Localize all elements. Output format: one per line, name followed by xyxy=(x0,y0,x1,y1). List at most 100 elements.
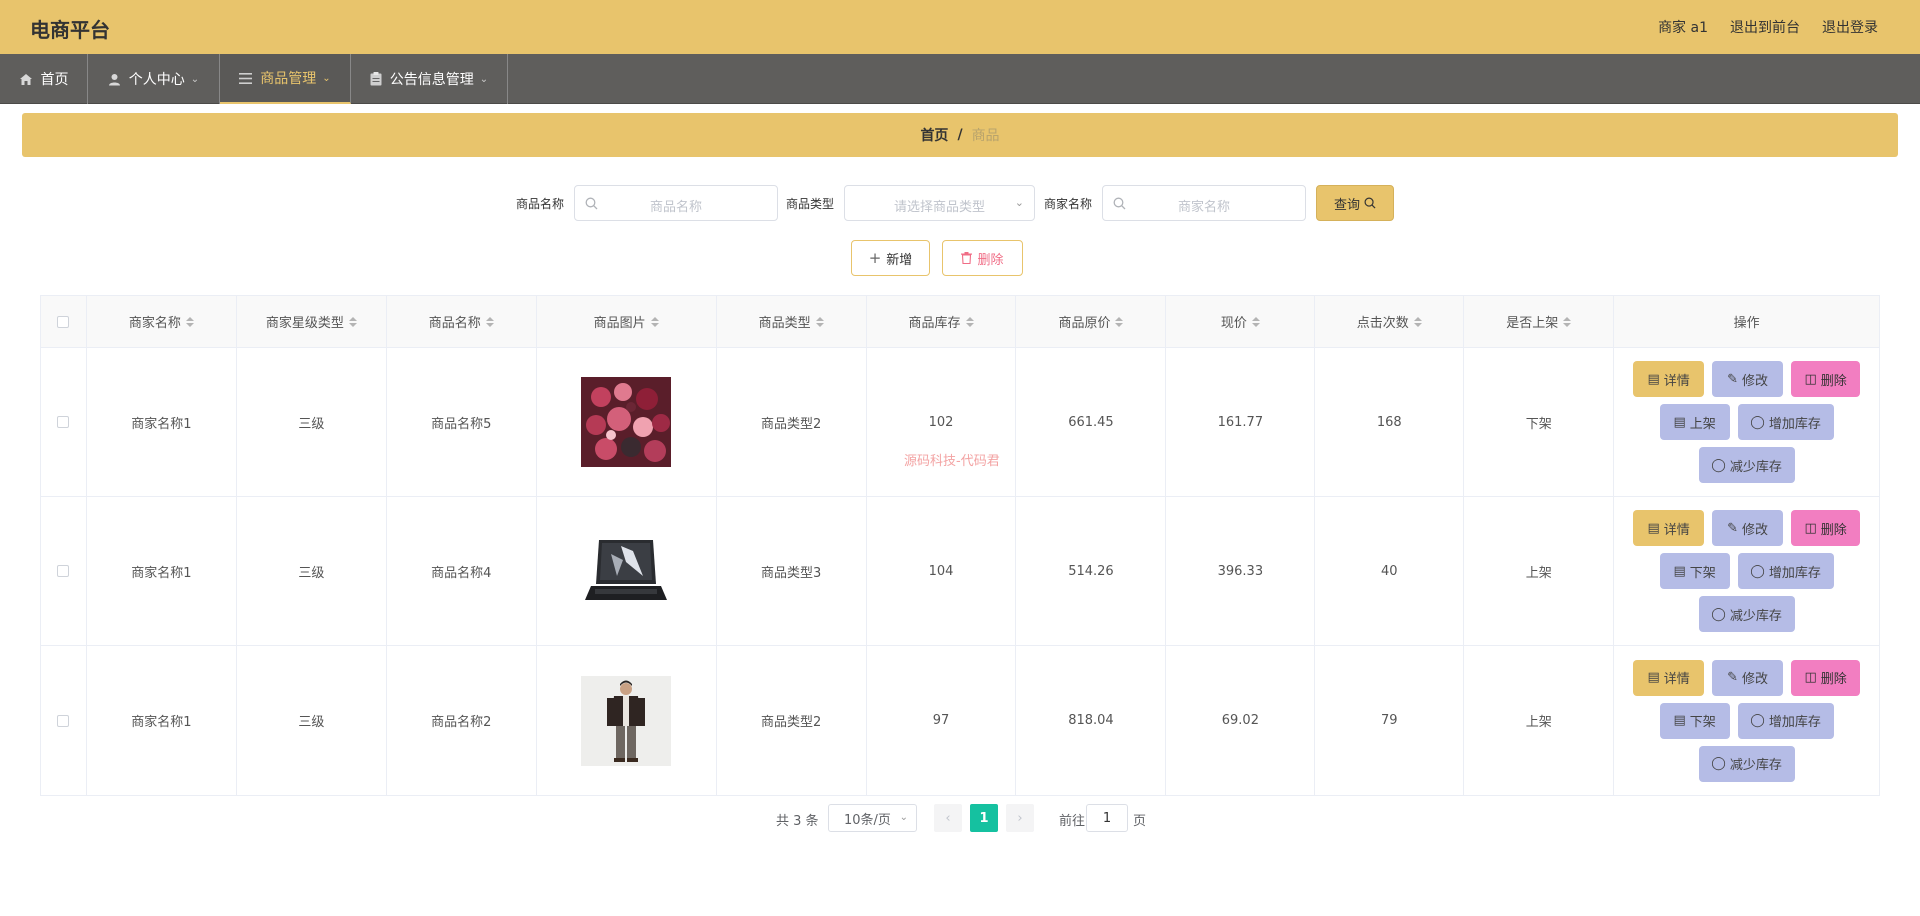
product-image-flowers[interactable] xyxy=(581,377,672,467)
edit-button[interactable]: ✎ 修改 xyxy=(1712,659,1784,696)
breadcrumb-current: 商品 xyxy=(971,128,1000,144)
merchant-name-input[interactable]: 商家名称 xyxy=(1102,185,1306,221)
on-shelf-cell: 上架 xyxy=(1464,497,1615,645)
next-page-button[interactable]: › xyxy=(1006,804,1034,832)
col-header-star[interactable]: 商家星级类型 xyxy=(237,296,387,347)
goto-page-input[interactable]: 1 xyxy=(1086,804,1128,832)
table-row: 商家名称1 三级 商品名称4 商品类型3 104 514.26 396.33 4… xyxy=(41,497,1879,646)
col-header-label: 商家名称 xyxy=(128,316,181,331)
pencil-icon: ✎ xyxy=(1727,520,1739,536)
row-checkbox[interactable] xyxy=(57,416,70,428)
col-header-merchant[interactable]: 商家名称 xyxy=(87,296,237,347)
delete-button[interactable]: ◫ 删除 xyxy=(1791,659,1861,696)
breadcrumb-home[interactable]: 首页 xyxy=(920,125,948,145)
add-stock-label: 增加库存 xyxy=(1768,565,1821,581)
delete-button[interactable]: ◫ 删除 xyxy=(1791,361,1861,397)
edit-button[interactable]: ✎ 修改 xyxy=(1712,361,1784,397)
nav-item-home[interactable]: 首页 xyxy=(0,54,88,104)
detail-button[interactable]: ▤ 详情 xyxy=(1633,510,1705,546)
original-price-cell: 514.26 xyxy=(1016,497,1167,645)
add-stock-button[interactable]: ◯ 增加库存 xyxy=(1737,553,1834,589)
goto-label: 前往 xyxy=(1059,814,1086,829)
page-size-select[interactable]: 10条/页 ⌄ xyxy=(828,804,917,832)
col-header-original-price[interactable]: 商品原价 xyxy=(1016,296,1167,347)
col-header-label: 商品名称 xyxy=(428,316,481,331)
query-label: 查询 xyxy=(1333,197,1360,213)
product-name-input[interactable]: 商品名称 xyxy=(574,185,778,221)
reduce-stock-button[interactable]: ◯ 减少库存 xyxy=(1698,596,1795,632)
reduce-stock-button[interactable]: ◯ 减少库存 xyxy=(1698,745,1795,782)
prev-page-button[interactable]: ‹ xyxy=(934,804,962,832)
select-all-checkbox[interactable] xyxy=(57,315,70,328)
row-select-cell xyxy=(41,348,87,496)
document-icon: ▤ xyxy=(1673,563,1686,579)
product-type-cell: 商品类型2 xyxy=(717,348,867,496)
col-header-stock[interactable]: 商品库存 xyxy=(867,296,1017,347)
batch-delete-label: 删除 xyxy=(977,252,1004,268)
chevron-down-icon: ⌄ xyxy=(322,72,331,84)
col-header-label: 是否上架 xyxy=(1506,316,1559,331)
col-header-on-shelf[interactable]: 是否上架 xyxy=(1464,296,1615,347)
document-icon: ▤ xyxy=(1647,371,1660,387)
sort-icon[interactable] xyxy=(185,316,194,328)
reduce-stock-button[interactable]: ◯ 减少库存 xyxy=(1698,447,1795,483)
sort-icon[interactable] xyxy=(348,316,357,328)
stock-cell: 102 xyxy=(867,348,1017,496)
main-nav: 首页 个人中心 ⌄ 商品管理 ⌄ 公告信息管理 ⌄ xyxy=(0,54,1920,104)
sort-icon[interactable] xyxy=(1115,316,1124,328)
col-header-operations: 操作 xyxy=(1614,296,1879,347)
bulb-icon: ◯ xyxy=(1711,756,1726,771)
query-button[interactable]: 查询 xyxy=(1316,185,1394,221)
row-checkbox[interactable] xyxy=(57,714,70,727)
merchant-account-link[interactable]: 商家 a1 xyxy=(1658,17,1708,37)
nav-item-announcement-management[interactable]: 公告信息管理 ⌄ xyxy=(351,54,508,104)
shelf-toggle-button[interactable]: ▤ 下架 xyxy=(1659,553,1730,589)
logout-link[interactable]: 退出登录 xyxy=(1822,17,1878,37)
action-bar: + 新增 删除 xyxy=(0,240,1920,276)
col-header-product-name[interactable]: 商品名称 xyxy=(387,296,537,347)
sort-icon[interactable] xyxy=(965,316,974,328)
sort-icon[interactable] xyxy=(1563,316,1572,328)
edit-button[interactable]: ✎ 修改 xyxy=(1712,510,1784,546)
bulb-icon: ◯ xyxy=(1711,457,1726,473)
col-header-price[interactable]: 现价 xyxy=(1166,296,1316,347)
product-image-man[interactable] xyxy=(581,675,672,766)
sort-icon[interactable] xyxy=(485,316,494,328)
delete-button[interactable]: ◫ 删除 xyxy=(1791,510,1861,546)
product-image-laptop[interactable] xyxy=(581,526,672,616)
nav-item-personal-center[interactable]: 个人中心 ⌄ xyxy=(88,54,220,104)
row-checkbox[interactable] xyxy=(57,565,70,577)
batch-delete-button[interactable]: 删除 xyxy=(942,240,1023,276)
document-icon: ▤ xyxy=(1647,520,1660,536)
sort-icon[interactable] xyxy=(650,316,659,328)
shelf-toggle-button[interactable]: ▤ 下架 xyxy=(1659,702,1730,739)
search-icon xyxy=(1364,197,1376,209)
detail-button[interactable]: ▤ 详情 xyxy=(1633,659,1705,696)
reduce-stock-label: 减少库存 xyxy=(1729,459,1782,475)
product-type-cell: 商品类型3 xyxy=(717,497,867,645)
product-type-select[interactable]: 请选择商品类型 ⌄ xyxy=(844,185,1035,221)
shelf-toggle-button[interactable]: ▤ 上架 xyxy=(1659,404,1730,440)
pencil-icon: ✎ xyxy=(1727,670,1739,685)
col-header-clicks[interactable]: 点击次数 xyxy=(1315,296,1465,347)
page-number-current[interactable]: 1 xyxy=(970,804,998,832)
add-button[interactable]: + 新增 xyxy=(851,240,930,276)
add-stock-button[interactable]: ◯ 增加库存 xyxy=(1737,702,1834,739)
detail-label: 详情 xyxy=(1663,373,1690,389)
sort-icon[interactable] xyxy=(1251,316,1260,328)
pagination: 共 3 条 10条/页 ⌄ ‹ 1 › 前往 1 页 xyxy=(0,804,1920,832)
sort-icon[interactable] xyxy=(1413,316,1422,328)
shelf-toggle-label: 上架 xyxy=(1689,416,1716,432)
sort-icon[interactable] xyxy=(815,316,824,328)
nav-item-product-management[interactable]: 商品管理 ⌄ xyxy=(220,54,351,104)
chevron-down-icon: ⌄ xyxy=(899,812,908,823)
product-type-placeholder: 请选择商品类型 xyxy=(893,200,985,215)
operations-cell: ▤ 详情 ✎ 修改 ◫ 删除 ▤ 下架 ◯ 增加库存 ◯ 减少库存 xyxy=(1614,497,1879,645)
add-stock-button[interactable]: ◯ 增加库存 xyxy=(1737,404,1834,440)
col-header-type[interactable]: 商品类型 xyxy=(717,296,867,347)
col-header-image[interactable]: 商品图片 xyxy=(537,296,717,347)
breadcrumb: 首页 / 商品 xyxy=(22,113,1898,157)
home-icon xyxy=(19,73,32,85)
back-to-frontend-link[interactable]: 退出到前台 xyxy=(1730,17,1800,37)
detail-button[interactable]: ▤ 详情 xyxy=(1633,361,1705,397)
